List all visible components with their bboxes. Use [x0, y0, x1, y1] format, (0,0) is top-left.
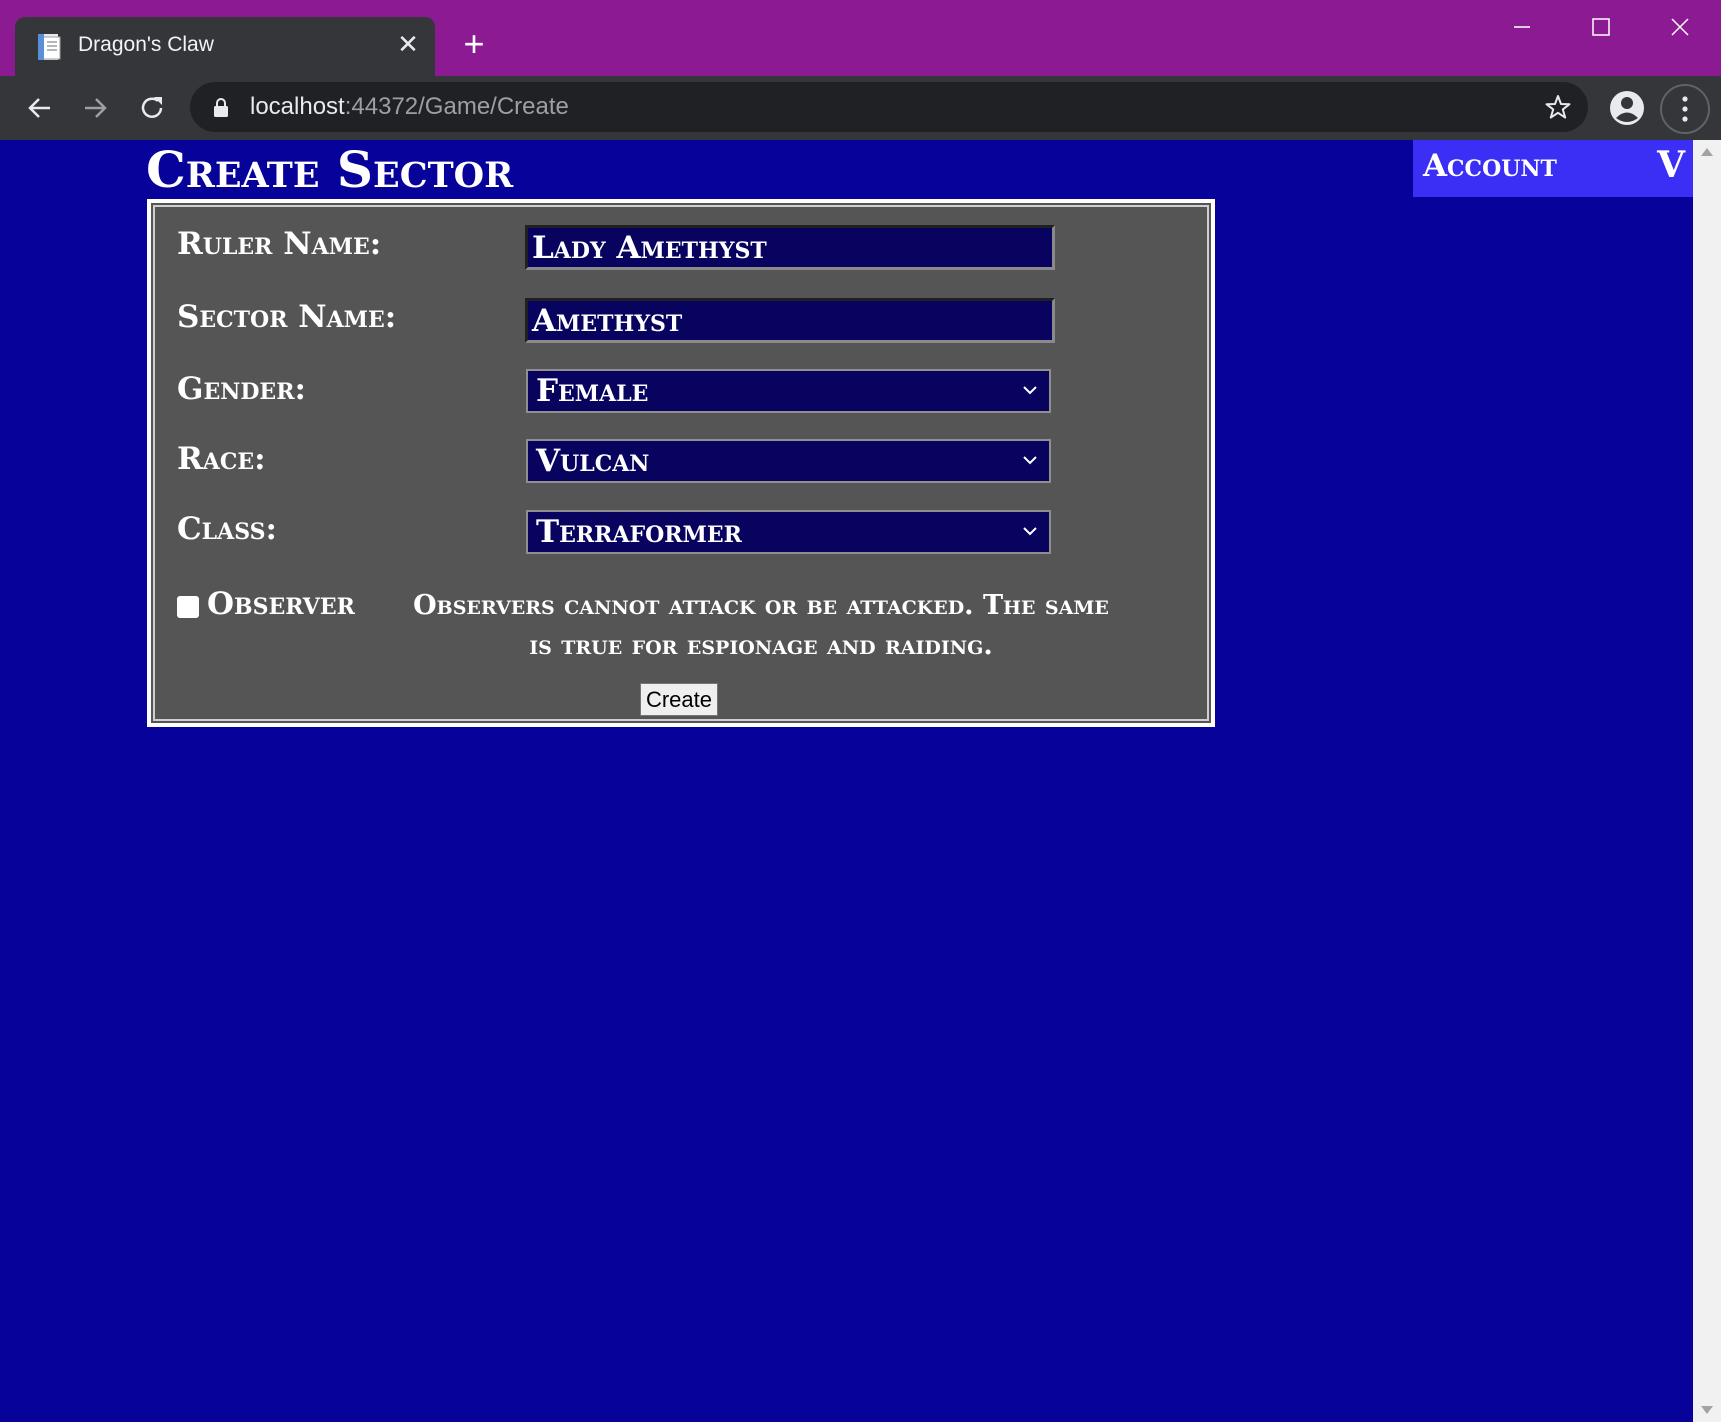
forward-arrow-icon[interactable] — [75, 88, 115, 128]
ruler-name-label: Ruler Name: — [177, 226, 382, 262]
gender-label: Gender: — [177, 371, 306, 407]
chevron-down-icon — [1023, 456, 1037, 465]
scroll-down-arrow-icon[interactable] — [1701, 1406, 1713, 1414]
page-title: Create Sector — [146, 140, 514, 199]
url-text: localhost:44372/Game/Create — [250, 93, 569, 121]
vertical-scrollbar[interactable] — [1693, 140, 1721, 1422]
chevron-down-icon — [1023, 527, 1037, 536]
back-arrow-icon[interactable] — [20, 88, 60, 128]
scroll-up-arrow-icon[interactable] — [1701, 148, 1713, 156]
tab-title: Dragon's Claw — [78, 33, 214, 56]
page-document-icon — [38, 34, 61, 60]
url-path: :44372/Game/Create — [344, 93, 569, 120]
create-button[interactable]: Create — [640, 683, 718, 716]
browser-titlebar: Dragon's Claw ✕ + — [0, 0, 1721, 76]
lock-icon — [214, 98, 228, 117]
address-bar[interactable]: localhost:44372/Game/Create — [190, 82, 1588, 132]
class-label: Class: — [177, 511, 277, 547]
observer-checkbox[interactable] — [177, 596, 199, 618]
tab-close-icon[interactable]: ✕ — [393, 29, 423, 59]
sector-name-value: Amethyst — [532, 303, 683, 339]
class-selected-value: Terraformer — [536, 514, 742, 550]
observer-label[interactable]: Observer — [207, 586, 355, 622]
maximize-icon[interactable] — [1561, 0, 1639, 56]
browser-tab[interactable]: Dragon's Claw ✕ — [15, 17, 435, 76]
account-dropdown-toggle[interactable]: V — [1657, 144, 1685, 186]
account-label: Account — [1423, 148, 1557, 184]
race-select[interactable]: Vulcan — [526, 439, 1051, 483]
sector-name-label: Sector Name: — [177, 299, 397, 335]
gender-selected-value: Female — [536, 373, 649, 409]
class-select[interactable]: Terraformer — [526, 510, 1051, 554]
ruler-name-value: Lady Amethyst — [532, 230, 767, 266]
profile-avatar-icon[interactable] — [1607, 88, 1647, 128]
bookmark-star-icon[interactable] — [1544, 93, 1572, 121]
race-label: Race: — [177, 441, 266, 477]
account-menu[interactable]: Account V — [1413, 140, 1693, 197]
chevron-down-icon — [1023, 386, 1037, 395]
observer-description: Observers cannot attack or be attacked. … — [413, 590, 1109, 661]
minimize-icon[interactable] — [1482, 0, 1560, 56]
url-host: localhost — [250, 93, 345, 120]
race-selected-value: Vulcan — [536, 443, 650, 479]
create-sector-form: Ruler Name: Lady Amethyst Sector Name: A… — [147, 199, 1215, 727]
more-menu-icon[interactable] — [1660, 84, 1710, 134]
ruler-name-input[interactable]: Lady Amethyst — [525, 225, 1055, 270]
reload-icon[interactable] — [132, 88, 172, 128]
page-viewport: Create Sector Account V Ruler Name: Lady… — [0, 140, 1693, 1422]
gender-select[interactable]: Female — [526, 369, 1051, 413]
sector-name-input[interactable]: Amethyst — [525, 298, 1055, 343]
window-close-icon[interactable] — [1640, 0, 1718, 56]
new-tab-button[interactable]: + — [456, 26, 492, 63]
browser-toolbar: localhost:44372/Game/Create — [0, 76, 1721, 140]
